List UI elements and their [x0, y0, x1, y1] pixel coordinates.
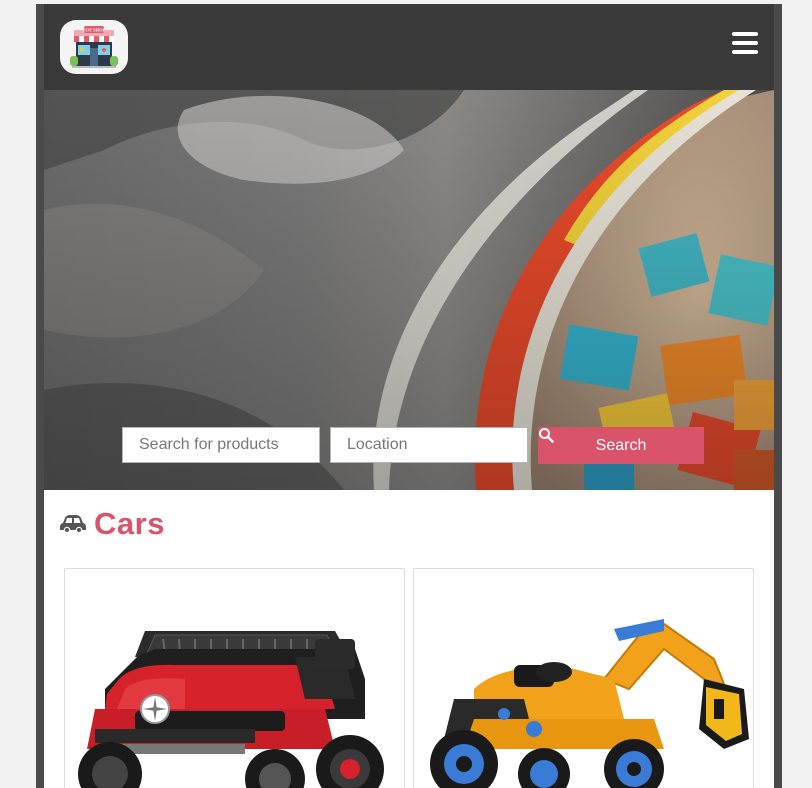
category-heading: Cars [60, 504, 165, 544]
navbar: TOY SHOP [44, 4, 774, 90]
car-icon [60, 515, 86, 534]
category-title: Cars [94, 506, 165, 541]
product-card[interactable] [64, 568, 405, 788]
page: TOY SHOP Search for products Location Se… [44, 4, 774, 788]
search-button-label: Search [595, 436, 647, 454]
shop-logo-icon: TOY SHOP [70, 26, 118, 68]
location-input[interactable] [330, 427, 528, 463]
product-search-input[interactable] [122, 427, 320, 463]
hamburger-menu-icon[interactable] [732, 32, 758, 58]
red-electric-jeep-photo [65, 569, 404, 788]
yellow-excavator-ride-on-photo [414, 569, 753, 788]
magnifier-icon [539, 428, 554, 443]
logo-lettering: TOY SHOP [83, 28, 106, 33]
logo[interactable]: TOY SHOP [60, 20, 128, 74]
hero-banner: Search [44, 90, 774, 490]
search-button[interactable]: Search [538, 427, 704, 464]
search-bar: Search [122, 427, 722, 465]
product-card[interactable] [413, 568, 754, 788]
